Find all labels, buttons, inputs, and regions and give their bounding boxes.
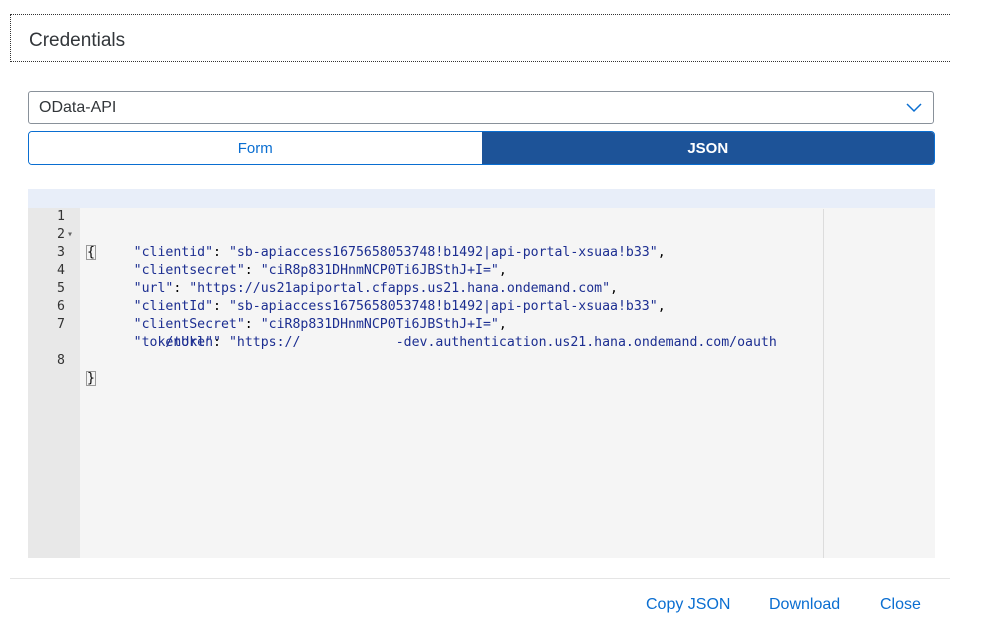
- json-value: "sb-apiaccess1675658053748!b1492|api-por…: [228, 299, 658, 314]
- code-line: 2 "clientid": "sb-apiaccess1675658053748…: [28, 208, 666, 260]
- json-value: "ciR8p831DHnmNCP0Ti6JBSthJ+I=": [260, 263, 499, 278]
- dialog-title: Credentials: [29, 30, 126, 51]
- download-button[interactable]: Download: [769, 596, 840, 614]
- fold-arrow-icon[interactable]: ▾: [67, 226, 73, 244]
- footer-divider: [10, 578, 950, 579]
- json-value: "https://: [228, 335, 301, 350]
- code-line: 4 "url": "https://us21apiportal.cfapps.u…: [28, 244, 618, 296]
- close-button[interactable]: Close: [880, 596, 921, 614]
- code-line: 3 "clientsecret": "ciR8p831DHnmNCP0Ti6JB…: [28, 226, 507, 278]
- json-value: "ciR8p831DHnmNCP0Ti6JBSthJ+I=": [260, 317, 499, 332]
- active-line-highlight: [28, 189, 935, 208]
- dialog-header: Credentials: [10, 14, 950, 62]
- code-line: 8 }: [28, 334, 96, 386]
- json-key: "clientSecret": [133, 317, 245, 332]
- json-value: /token": [165, 335, 221, 350]
- code-line-wrap: /token": [28, 316, 221, 350]
- close-brace: }: [86, 371, 96, 386]
- print-margin: [823, 209, 824, 558]
- code-line: 7 "tokenUrl": "https:// -dev.authenticat…: [28, 298, 777, 350]
- code-line: 1 ▾ {: [28, 190, 96, 260]
- json-editor[interactable]: 1 ▾ { 2 "clientid": "sb-apiaccess1675658…: [28, 189, 935, 558]
- json-value: -dev.authentication.us21.hana.ondemand.c…: [395, 335, 777, 350]
- json-value: "https://us21apiportal.cfapps.us21.hana.…: [189, 281, 611, 296]
- view-mode-toggle: Form JSON: [28, 131, 935, 165]
- tab-json[interactable]: JSON: [481, 132, 934, 164]
- tab-json-label: JSON: [687, 139, 729, 157]
- json-key: "clientsecret": [133, 263, 245, 278]
- tab-form[interactable]: Form: [29, 132, 482, 164]
- select-value: OData-API: [39, 99, 117, 116]
- code-line: 6 "clientSecret": "ciR8p831DHnmNCP0Ti6JB…: [28, 280, 507, 332]
- json-value: "sb-apiaccess1675658053748!b1492|api-por…: [228, 245, 658, 260]
- credential-type-select[interactable]: OData-API: [28, 91, 934, 124]
- json-key: "clientId": [133, 299, 214, 314]
- code-line: 5 "clientId": "sb-apiaccess1675658053748…: [28, 262, 666, 314]
- tab-form-label: Form: [237, 139, 273, 157]
- line-number: 8: [57, 353, 65, 368]
- chevron-down-icon: [906, 103, 922, 113]
- json-key: "clientid": [133, 245, 214, 260]
- json-key: "url": [133, 281, 174, 296]
- copy-json-button[interactable]: Copy JSON: [646, 596, 730, 614]
